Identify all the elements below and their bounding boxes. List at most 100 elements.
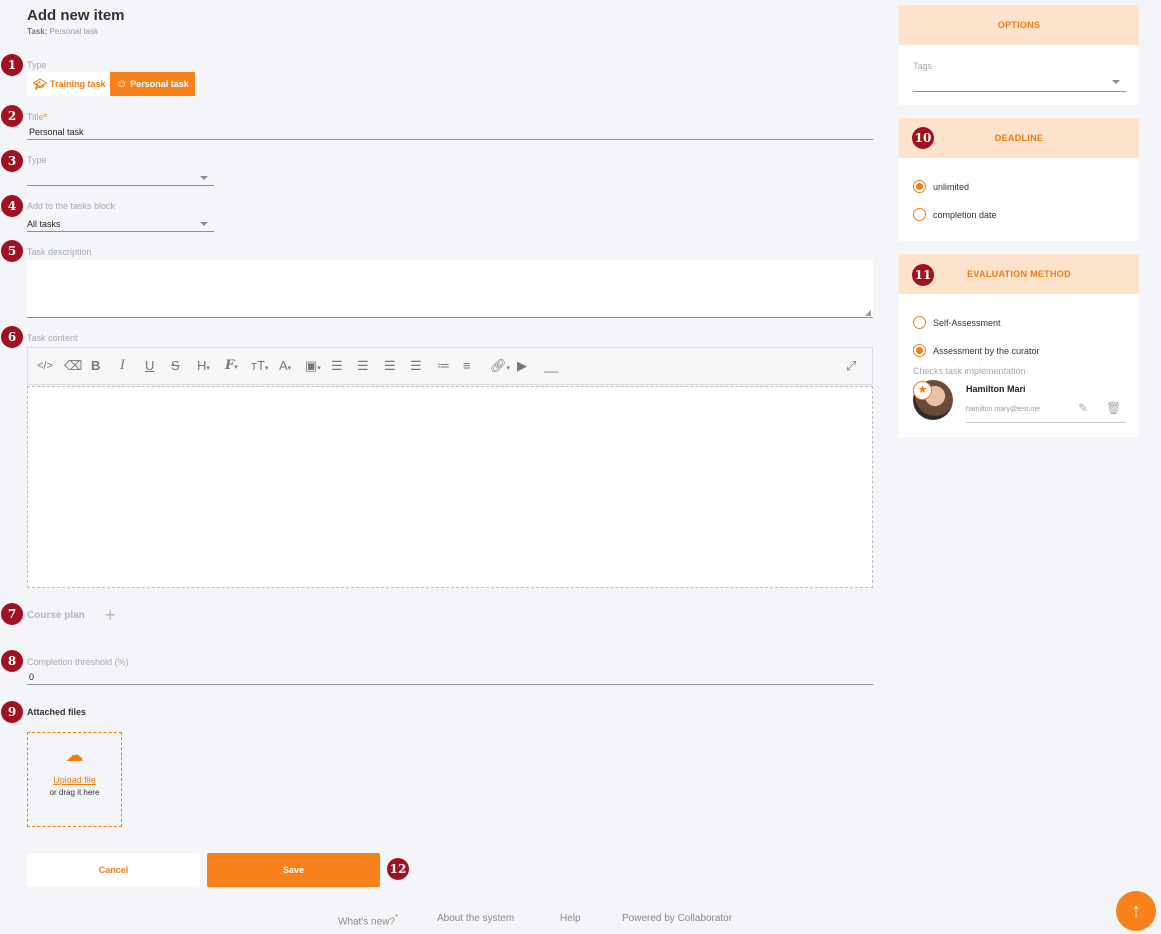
curator-assessment-radio[interactable] [913,344,926,357]
tasks-block-label: Add to the tasks block [27,201,116,211]
italic-icon[interactable]: I [120,358,125,374]
cancel-button[interactable]: Cancel [27,853,200,887]
tags-underline [913,91,1126,92]
personal-task-toggle[interactable]: ☺ Personal task [110,72,195,96]
title-label: Title* [27,112,47,122]
strikethrough-icon[interactable]: S [171,358,180,374]
font-size-icon[interactable]: тT▾ [251,358,268,377]
scroll-to-top-button[interactable]: ↑ [1116,891,1156,931]
tags-label: Tags [913,61,933,71]
step-badge-2: 2 [1,105,23,127]
checker-name: Hamilton Mari [966,384,1026,394]
person-icon: ☺ [116,78,128,90]
training-task-label: Training task [49,79,106,89]
step-badge-10: 10 [912,127,934,149]
step-badge-5: 5 [1,240,23,262]
whats-new-text: What's new? [338,916,395,928]
step-badge-3: 3 [1,150,23,172]
course-plan-label: Course plan [27,610,85,621]
personal-task-label: Personal task [130,79,189,89]
code-view-icon[interactable]: </> [37,358,53,374]
add-course-plan-button[interactable]: + [105,605,116,626]
attached-files-label: Attached files [27,707,87,717]
video-icon[interactable]: ▶ [517,358,527,374]
chevron-down-icon [200,176,208,180]
horizontal-rule-icon[interactable]: __ [544,358,558,374]
options-panel-title: OPTIONS [899,5,1139,45]
options-panel: OPTIONS [899,5,1139,105]
align-center-icon[interactable]: ☰ [357,358,369,374]
deadline-completion-date-radio[interactable] [913,208,926,221]
threshold-underline [27,684,873,685]
chevron-down-icon [200,222,208,226]
deadline-panel: DEADLINE [899,118,1139,241]
title-underline [27,139,873,140]
eraser-icon[interactable]: ⌫ [64,358,82,374]
self-assessment-label: Self-Assessment [933,318,1001,328]
align-justify-icon[interactable]: ☰ [410,358,422,374]
upload-file-link[interactable]: Upload file [28,775,121,785]
training-task-toggle[interactable]: 🎓︎ Training task [27,72,112,96]
arrow-up-icon: ↑ [1131,900,1141,922]
step-badge-12: 12 [387,858,409,880]
evaluation-panel-title: EVALUATION METHOD [899,254,1139,294]
content-label: Task content [27,333,78,343]
whats-new-mark: * [394,913,399,922]
type-dropdown-underline [27,185,214,186]
save-button[interactable]: Save [207,853,380,887]
type-label: Type [27,60,47,70]
underline-icon[interactable]: U [145,358,154,374]
about-system-link[interactable]: About the system [437,913,514,924]
tags-dropdown[interactable] [913,74,1126,90]
drag-hint: or drag it here [49,788,100,797]
fullscreen-icon[interactable]: ⤢ [846,358,856,374]
checker-underline [966,422,1126,423]
numbered-list-icon[interactable]: ≡ [463,358,471,374]
title-input[interactable]: Personal task [29,127,869,137]
heading-icon[interactable]: H▾ [197,358,210,377]
threshold-input[interactable]: 0 [29,672,869,682]
checker-email: hamilton.mary@test.me [966,406,1041,413]
upload-dropzone[interactable]: ☁ Upload file or drag it here [27,732,122,827]
tasks-block-dropdown[interactable]: All tasks [27,219,61,229]
page-title: Add new item [27,7,125,24]
bold-icon[interactable]: B [91,358,100,374]
step-badge-1: 1 [1,54,23,76]
highlight-icon[interactable]: ▣▾ [305,358,321,377]
deadline-unlimited-radio[interactable] [913,180,926,193]
required-mark: * [43,112,48,122]
graduation-cap-icon: 🎓︎ [33,78,47,91]
powered-by-link[interactable]: Powered by Collaborator [622,913,732,924]
tasks-block-underline [27,231,214,232]
curator-star-icon: ★ [913,381,932,400]
subtitle-value: Personal task [49,27,99,36]
deadline-unlimited-label: unlimited [933,182,970,192]
cloud-upload-icon: ☁ [65,745,84,765]
step-badge-6: 6 [1,326,23,348]
bullet-list-icon[interactable]: ≔ [437,358,450,374]
step-badge-7: 7 [1,603,23,625]
checker-label: Checks task implementation [913,366,1026,376]
edit-pencil-icon[interactable]: ✎ [1078,401,1088,415]
align-left-icon[interactable]: ☰ [331,358,343,374]
editor-content-area[interactable] [27,386,873,588]
help-link[interactable]: Help [560,913,581,924]
type-dropdown[interactable] [27,168,214,186]
description-textarea[interactable]: ◢ [27,260,873,318]
curator-assessment-label: Assessment by the curator [933,346,1040,356]
description-label: Task description [27,247,92,257]
step-badge-8: 8 [1,650,23,672]
link-icon[interactable]: 🔗︎▾ [490,358,510,377]
title-label-text: Title [27,112,44,122]
step-badge-4: 4 [1,195,23,217]
self-assessment-radio[interactable] [913,316,926,329]
text-color-icon[interactable]: A▾ [279,358,291,377]
step-badge-11: 11 [912,264,934,286]
whats-new-link[interactable]: What's new?* [338,913,398,927]
deadline-completion-date-label: completion date [933,210,997,220]
deadline-panel-title: DEADLINE [899,118,1139,158]
align-right-icon[interactable]: ☰ [384,358,396,374]
font-family-icon[interactable]: F▾ [225,358,238,375]
resize-handle-icon[interactable]: ◢ [865,308,871,317]
delete-trash-icon[interactable]: 🗑︎ [1106,401,1121,415]
